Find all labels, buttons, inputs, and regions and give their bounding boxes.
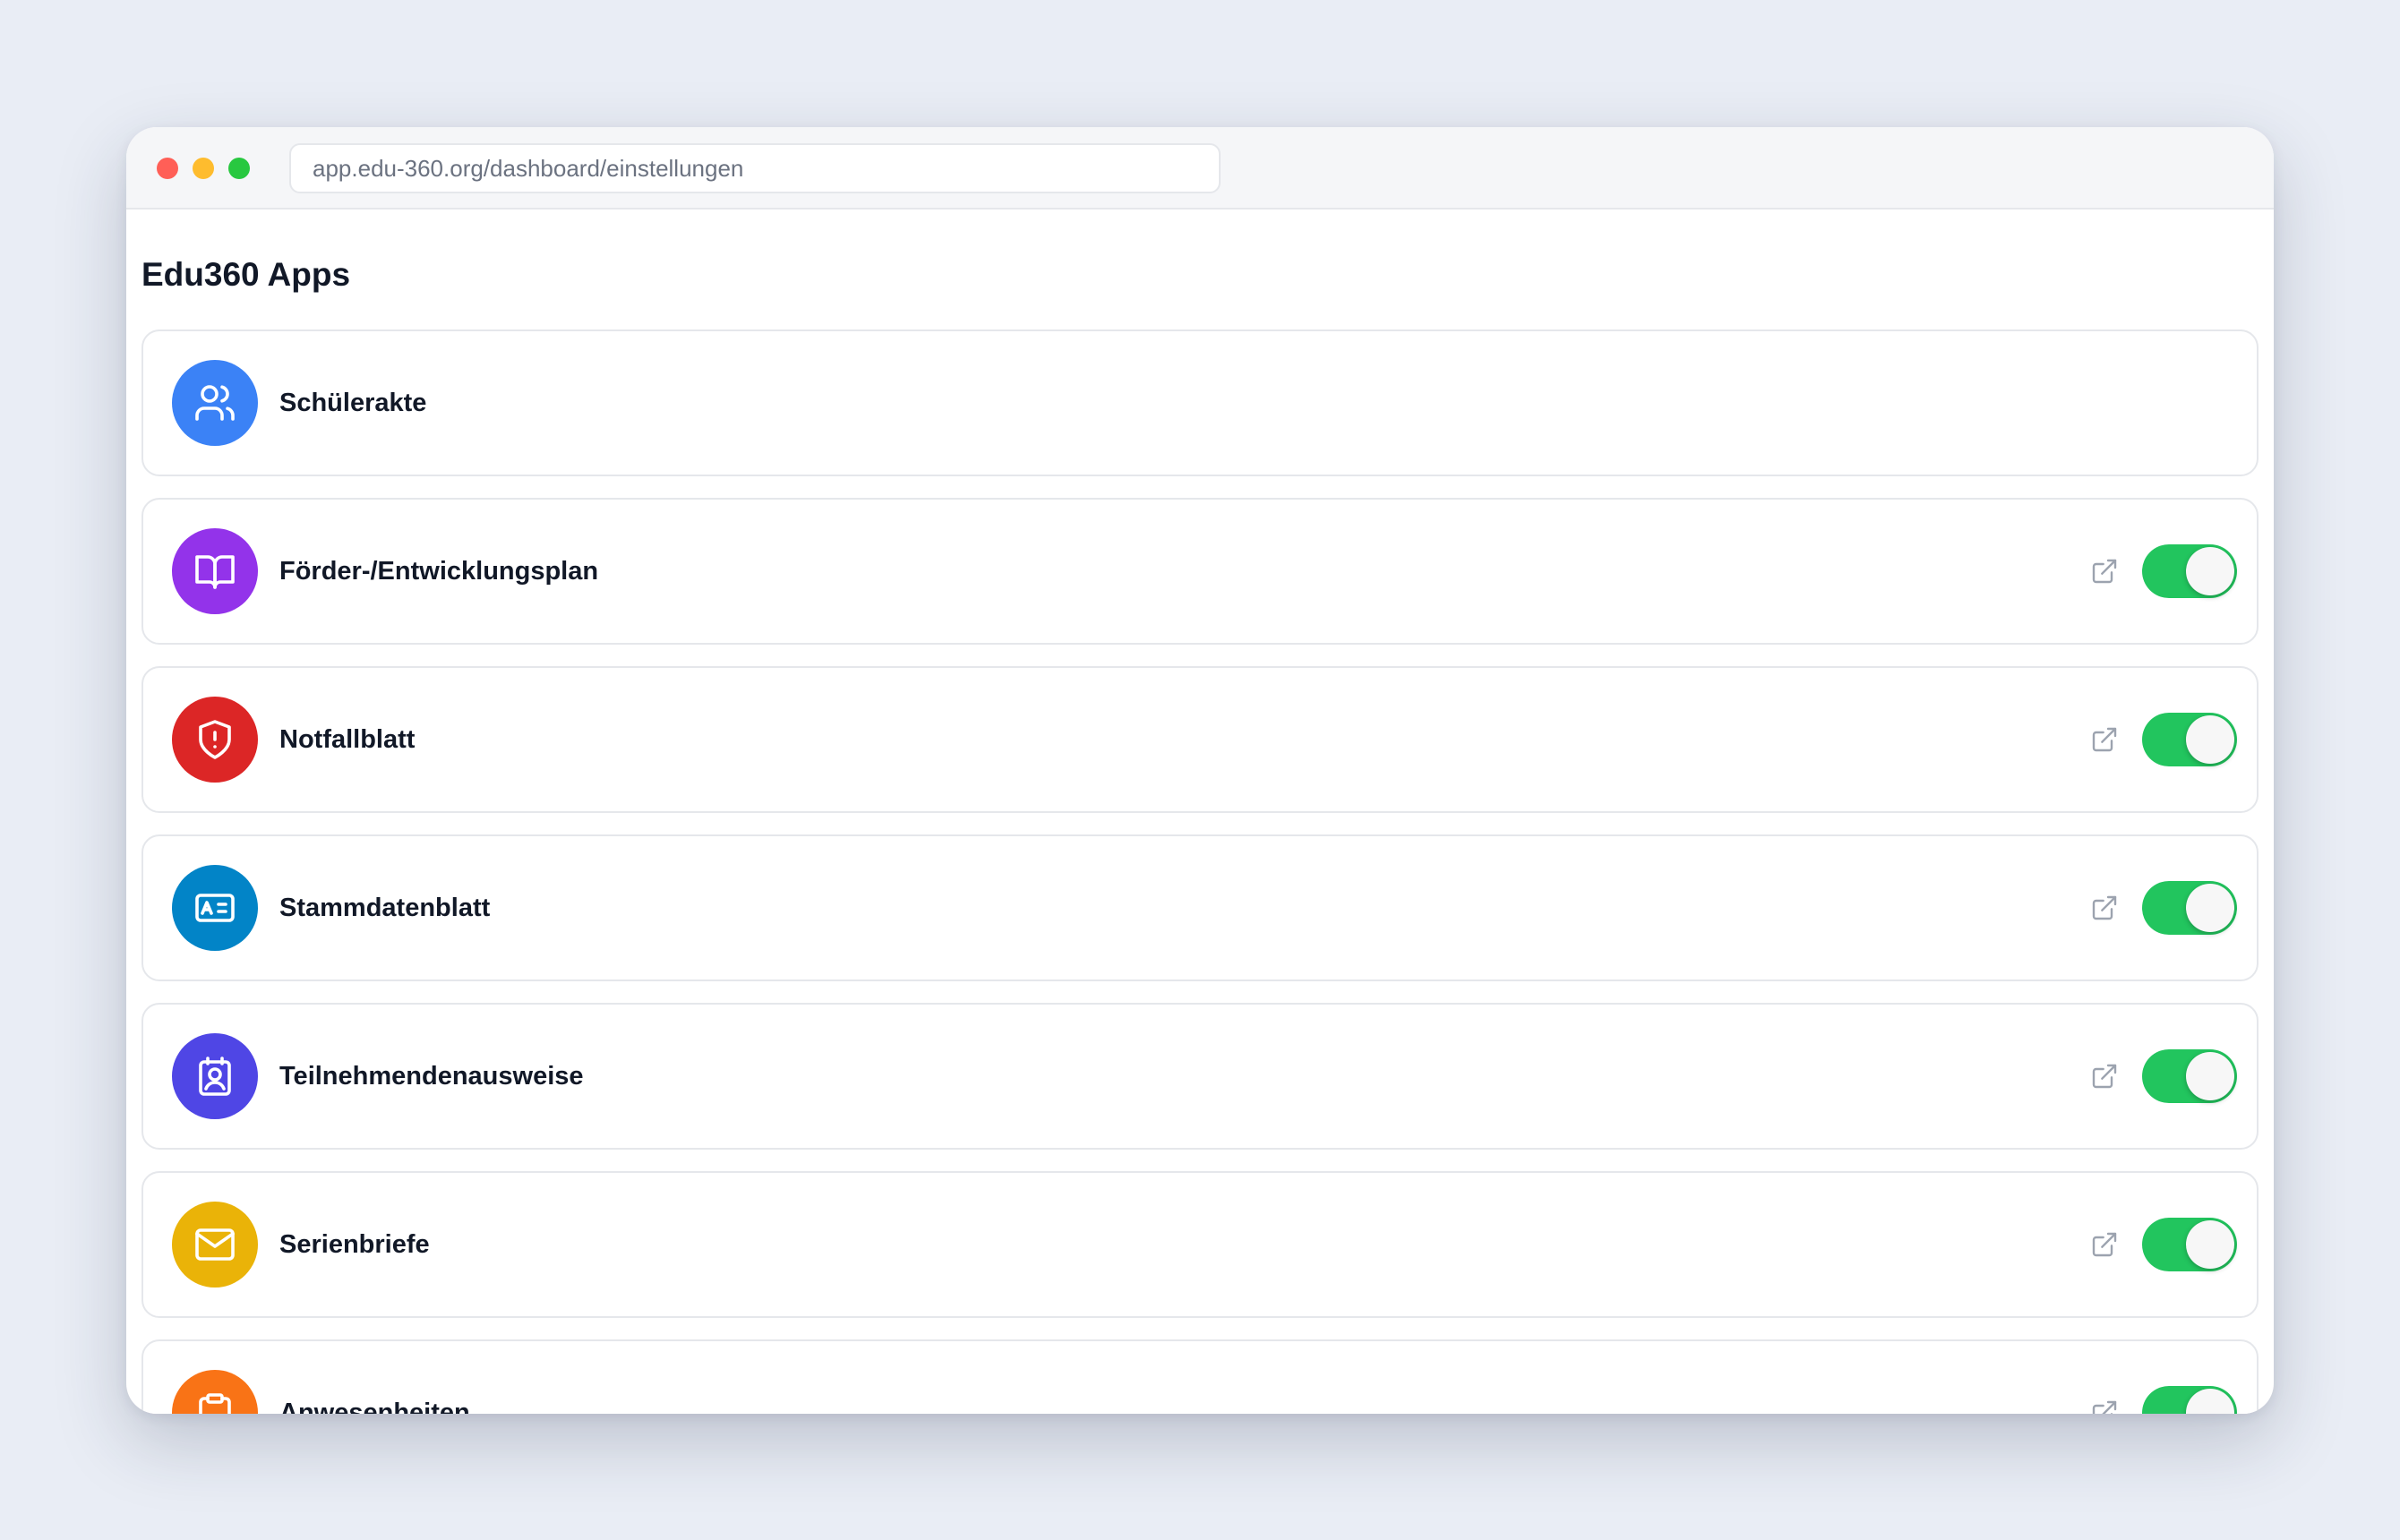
address-bar[interactable]: app.edu-360.org/dashboard/einstellungen [289,143,1221,193]
app-icon-badge [172,1202,258,1288]
close-window-button[interactable] [157,158,178,179]
app-card-teilnehmendenausweise: Teilnehmendenausweise [141,1003,2259,1150]
app-card-notfallblatt: Notfallblatt [141,666,2259,813]
app-name: Stammdatenblatt [279,894,491,922]
app-card-anwesenheiten: Anwesenheiten [141,1339,2259,1414]
badge-icon [199,1057,231,1096]
maximize-window-button[interactable] [228,158,250,179]
external-link-icon[interactable] [2088,723,2121,756]
app-enabled-toggle[interactable] [2142,713,2237,766]
app-enabled-toggle[interactable] [2142,1386,2237,1414]
page-content: Edu360 Apps Schülerakte Förder-/Entwickl… [141,210,2259,1414]
app-card-stammdatenblatt: Stammdatenblatt [141,834,2259,981]
toggle-knob [2186,1052,2234,1100]
external-link-icon[interactable] [2088,892,2121,924]
external-link-icon[interactable] [2088,1228,2121,1261]
clipboard-icon [199,1393,231,1414]
app-enabled-toggle[interactable] [2142,1218,2237,1271]
app-card-serienbriefe: Serienbriefe [141,1171,2259,1318]
browser-titlebar: app.edu-360.org/dashboard/einstellungen [126,127,2274,210]
book-open-icon [195,555,235,589]
toggle-knob [2186,547,2234,595]
app-icon-badge [172,528,258,614]
toggle-knob [2186,1389,2234,1414]
toggle-knob [2186,884,2234,932]
external-link-icon[interactable] [2088,555,2121,587]
app-icon-badge [172,1033,258,1119]
app-icon-badge [172,697,258,783]
app-name: Schülerakte [279,389,427,417]
mail-icon [195,1228,235,1261]
app-list: Schülerakte Förder-/Entwicklungsplan Not… [141,329,2259,1414]
app-icon-badge [172,865,258,951]
toggle-knob [2186,1220,2234,1269]
app-card-schuelerakte: Schülerakte [141,329,2259,476]
app-enabled-toggle[interactable] [2142,1049,2237,1103]
app-name: Notfallblatt [279,725,416,754]
browser-window: app.edu-360.org/dashboard/einstellungen … [126,127,2274,1414]
external-link-icon[interactable] [2088,1397,2121,1414]
toggle-knob [2186,715,2234,764]
app-name: Serienbriefe [279,1230,430,1259]
app-icon-badge [172,360,258,446]
id-card-icon [195,894,235,922]
minimize-window-button[interactable] [193,158,214,179]
app-name: Förder-/Entwicklungsplan [279,557,599,586]
app-enabled-toggle[interactable] [2142,881,2237,935]
users-icon [195,385,235,421]
external-link-icon[interactable] [2088,1060,2121,1092]
app-enabled-toggle[interactable] [2142,544,2237,598]
app-icon-badge [172,1370,258,1414]
app-name: Teilnehmendenausweise [279,1062,584,1091]
app-card-foerderplan: Förder-/Entwicklungsplan [141,498,2259,645]
app-name: Anwesenheiten [279,1399,470,1414]
page-title: Edu360 Apps [141,256,351,293]
shield-alert-icon [199,720,231,759]
